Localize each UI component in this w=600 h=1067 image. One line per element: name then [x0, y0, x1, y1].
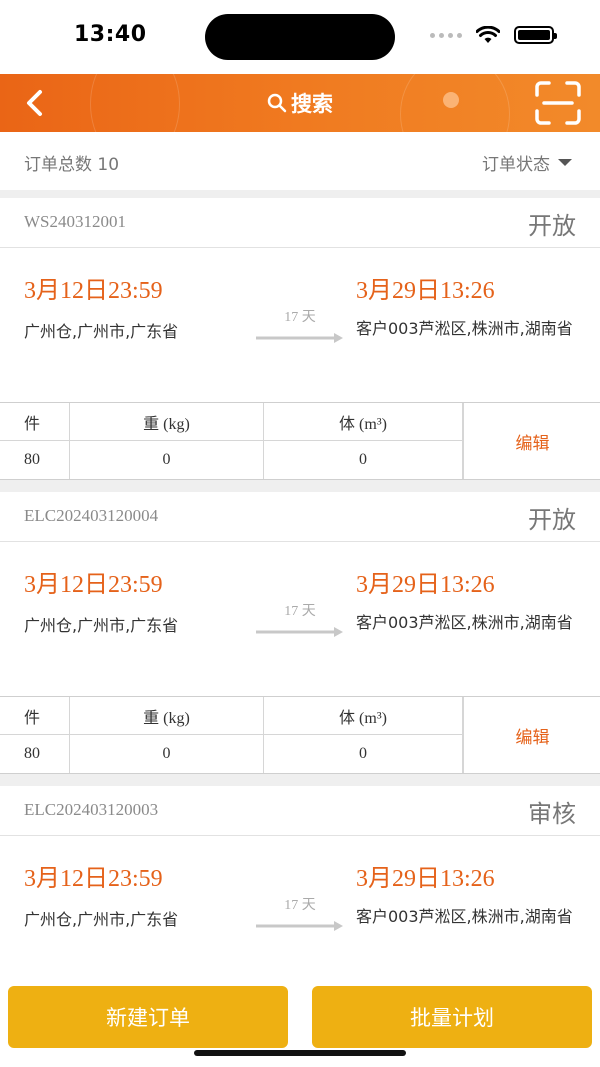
- pieces-value: 80: [0, 441, 70, 479]
- order-total-count: 订单总数 10: [24, 155, 120, 175]
- arrow-right-icon: [256, 627, 343, 637]
- order-status-filter-label: 订单状态: [482, 155, 550, 175]
- pickup-time: 3月12日23:59: [24, 572, 163, 598]
- status-bar: 13:40: [0, 0, 600, 74]
- volume-header: 体 (m³): [264, 697, 464, 735]
- order-stats: 件 重 (kg) 体 (m³) 80 0 0 编辑: [0, 696, 600, 774]
- nav-title-label: 搜索: [291, 92, 333, 116]
- order-summary-bar: 订单总数 10 订单状态: [0, 132, 600, 190]
- order-route: 3月12日23:59 广州仓,广州市,广东省 17 天 3月29日13:26 客…: [0, 542, 600, 696]
- search-icon: [267, 93, 287, 113]
- delivery-time: 3月29日13:26: [356, 572, 495, 598]
- order-status-filter[interactable]: 订单状态: [482, 150, 572, 175]
- scan-icon[interactable]: [534, 81, 582, 125]
- order-status: 审核: [528, 800, 576, 828]
- order-number: ELC202403120003: [24, 800, 159, 819]
- transit-duration: 17 天: [284, 604, 316, 619]
- pieces-value: 80: [0, 735, 70, 773]
- batch-plan-button[interactable]: 批量计划: [312, 986, 592, 1048]
- volume-value: 0: [264, 441, 464, 479]
- weight-value: 0: [70, 735, 264, 773]
- delivery-address: 客户003芦淞区,株洲市,湖南省: [356, 319, 573, 338]
- weight-value: 0: [70, 441, 264, 479]
- order-card[interactable]: WS240312001 开放 3月12日23:59 广州仓,广州市,广东省 17…: [0, 198, 600, 480]
- arrow-right-icon: [256, 333, 343, 343]
- edit-button[interactable]: 编辑: [465, 403, 600, 479]
- delivery-time: 3月29日13:26: [356, 866, 495, 892]
- weight-header: 重 (kg): [70, 403, 264, 441]
- order-card-header: WS240312001 开放: [0, 198, 600, 248]
- status-time: 13:40: [74, 22, 147, 47]
- pickup-time: 3月12日23:59: [24, 866, 163, 892]
- delivery-time: 3月29日13:26: [356, 278, 495, 304]
- pickup-time: 3月12日23:59: [24, 278, 163, 304]
- weight-header: 重 (kg): [70, 697, 264, 735]
- pickup-address: 广州仓,广州市,广东省: [24, 910, 179, 929]
- pickup-address: 广州仓,广州市,广东省: [24, 616, 179, 635]
- caret-down-icon: [558, 159, 572, 166]
- search-title-button[interactable]: 搜索: [0, 88, 600, 118]
- order-card-header: ELC202403120004 开放: [0, 492, 600, 542]
- transit-duration: 17 天: [284, 898, 316, 913]
- bottom-action-bar: 新建订单 批量计划: [0, 934, 600, 1067]
- volume-value: 0: [264, 735, 464, 773]
- order-number: WS240312001: [24, 212, 126, 231]
- dynamic-island: [205, 14, 395, 60]
- wifi-icon: [476, 26, 500, 43]
- new-order-button[interactable]: 新建订单: [8, 986, 288, 1048]
- order-card-header: ELC202403120003 审核: [0, 786, 600, 836]
- cellular-signal-icon: [430, 32, 462, 38]
- order-card[interactable]: ELC202403120004 开放 3月12日23:59 广州仓,广州市,广东…: [0, 492, 600, 774]
- order-route: 3月12日23:59 广州仓,广州市,广东省 17 天 3月29日13:26 客…: [0, 248, 600, 402]
- nav-bar: 搜索: [0, 74, 600, 132]
- volume-header: 体 (m³): [264, 403, 464, 441]
- pickup-address: 广州仓,广州市,广东省: [24, 322, 179, 341]
- battery-icon: [514, 26, 557, 44]
- delivery-address: 客户003芦淞区,株洲市,湖南省: [356, 613, 573, 632]
- delivery-address: 客户003芦淞区,株洲市,湖南省: [356, 907, 573, 926]
- pieces-header: 件: [0, 403, 70, 441]
- order-number: ELC202403120004: [24, 506, 159, 525]
- arrow-right-icon: [256, 921, 343, 931]
- home-indicator[interactable]: [194, 1050, 406, 1056]
- transit-duration: 17 天: [284, 310, 316, 325]
- edit-button[interactable]: 编辑: [465, 697, 600, 773]
- order-status: 开放: [528, 212, 576, 240]
- pieces-header: 件: [0, 697, 70, 735]
- status-icons: [430, 26, 557, 44]
- order-status: 开放: [528, 506, 576, 534]
- order-stats: 件 重 (kg) 体 (m³) 80 0 0 编辑: [0, 402, 600, 480]
